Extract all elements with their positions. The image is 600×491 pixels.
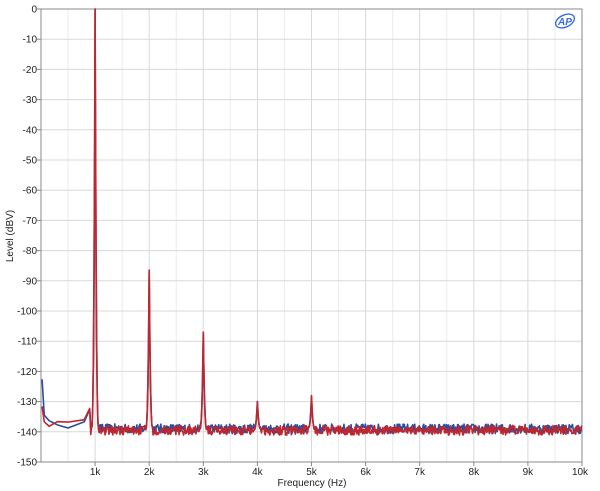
x-tick-label: 10k: [572, 467, 589, 478]
x-axis-title: Frequency (Hz): [278, 478, 347, 489]
y-tick-label: -120: [17, 367, 37, 378]
y-tick-label: -90: [23, 276, 38, 287]
x-tick-label: 9k: [523, 467, 535, 478]
logo-text: AP: [557, 17, 572, 28]
y-tick-label: -150: [17, 458, 37, 469]
y-tick-label: -50: [23, 156, 38, 167]
y-tick-label: -130: [17, 397, 37, 408]
y-tick-label: -30: [23, 95, 38, 106]
spectrum-chart: 1k 2k 3k 4k 5k 6k 7k 8k 9k 10k 0 -10 -20 -30 -40 -50 -6…: [5, 5, 589, 490]
y-tick-label: -70: [23, 216, 38, 227]
y-tick-label: -140: [17, 427, 37, 438]
y-tick-label: -60: [23, 186, 38, 197]
x-tick-label: 1k: [90, 467, 102, 478]
x-tick-label: 8k: [469, 467, 481, 478]
x-tick-label: 4k: [252, 467, 264, 478]
x-tick-label: 2k: [144, 467, 156, 478]
y-tick-label: -40: [23, 125, 38, 136]
y-tick-label: -10: [23, 35, 38, 46]
y-tick-label: -20: [23, 65, 38, 76]
x-tick-label: 3k: [198, 467, 210, 478]
x-tick-label: 5k: [306, 467, 318, 478]
x-tick-label: 6k: [360, 467, 372, 478]
y-tick-label: -100: [17, 307, 37, 318]
y-tick-label: -80: [23, 246, 38, 257]
y-tick-label: 0: [31, 5, 37, 16]
y-tick-label: -110: [18, 337, 38, 348]
y-tick-labels: 0 -10 -20 -30 -40 -50 -60 -70 -80 -90 -100 -110 -120…: [17, 5, 41, 469]
grid: [41, 8, 583, 463]
ap-logo: AP: [554, 13, 576, 29]
x-tick-labels: 1k 2k 3k 4k 5k 6k 7k 8k 9k 10k: [90, 462, 589, 478]
x-tick-label: 7k: [414, 467, 426, 478]
y-axis-title: Level (dBV): [5, 210, 16, 262]
